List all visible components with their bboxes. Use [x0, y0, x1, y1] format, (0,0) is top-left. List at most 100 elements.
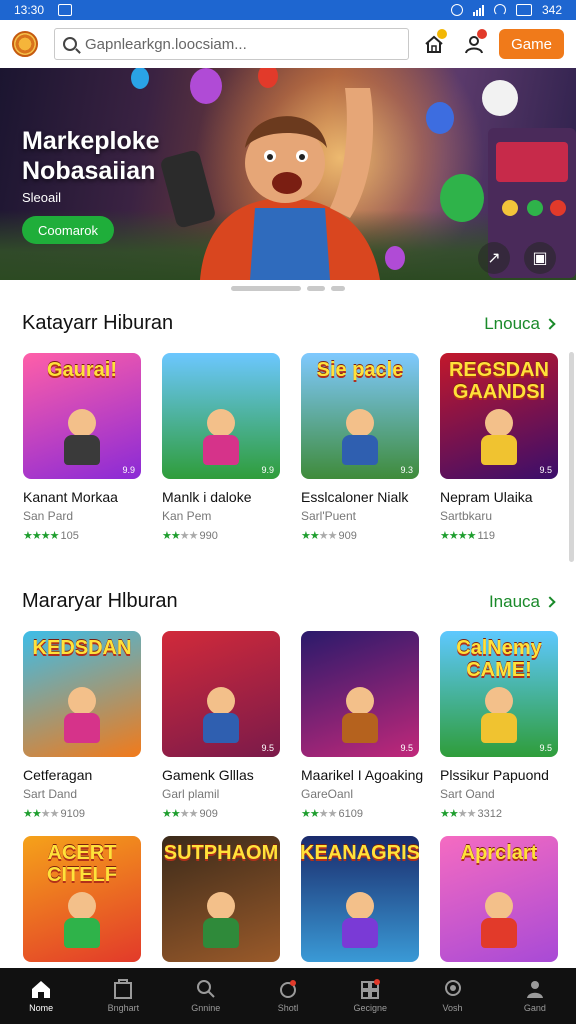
character-head [207, 687, 235, 715]
game-title: Nepram Ulaika [440, 489, 533, 505]
game-card[interactable]: KEANAGRIS [301, 836, 419, 962]
fullscreen-button[interactable]: ▣ [524, 242, 556, 274]
game-card[interactable]: KEDSDAN Cetferagan Sart Dand ★★★★ 9109 [23, 631, 141, 820]
nav-item-store[interactable]: Bnghart [88, 979, 158, 1013]
status-bar: 13:30 342 [0, 0, 576, 20]
nav-item-library[interactable]: Gecigne [335, 979, 405, 1013]
banner-cta-button[interactable]: Coomarok [22, 216, 114, 244]
carousel-dot-active[interactable] [231, 286, 301, 291]
apps-icon [277, 979, 299, 999]
carousel-dot[interactable] [307, 286, 325, 291]
game-thumbnail[interactable]: Sie pacle 9.3 [301, 353, 419, 479]
game-title: Plssikur Papuond [440, 767, 549, 783]
nav-item-apps[interactable]: Shotl [253, 979, 323, 1013]
game-character-image [56, 892, 108, 950]
game-button[interactable]: Game [499, 29, 564, 59]
game-developer: Sartbkaru [440, 509, 493, 523]
thumbnail-rating: 9.3 [400, 465, 413, 475]
nav-label: Gand [523, 1003, 546, 1013]
character-body [203, 435, 239, 465]
game-character-image [334, 892, 386, 950]
game-thumbnail[interactable]: Aprclart [440, 836, 558, 962]
game-card[interactable]: ACERT CITELF [23, 836, 141, 962]
game-card[interactable]: Gaurai! 9.9 Kanant Morkaa San Pard ★★★★ 105 [23, 353, 141, 542]
game-thumbnail[interactable]: KEDSDAN [23, 631, 141, 757]
share-button[interactable]: ↗ [478, 242, 510, 274]
search-input[interactable] [85, 35, 401, 53]
game-card[interactable]: 9.5 Gamenk Glllas Garl plamil ★★★★ 909 [162, 631, 280, 820]
thumbnail-title: KEANAGRIS [301, 842, 419, 864]
nav-label: Gecigne [353, 1003, 388, 1013]
character-body [342, 713, 378, 743]
game-card[interactable]: REGSDAN GAANDSI 9.5 Nepram Ulaika Sartbkaru… [440, 353, 558, 542]
banner-subtitle: Sleoail [22, 190, 62, 205]
thumbnail-rating: 9.9 [261, 465, 274, 475]
section-title: Mararyar Hlburan [22, 590, 178, 612]
game-rating: ★★★★ 990 [162, 529, 280, 543]
game-card[interactable]: SUTPHAOM [162, 836, 280, 962]
character-head [207, 892, 235, 920]
game-title: Maarikel I Agoaking [301, 767, 424, 783]
rating-count: 909 [199, 807, 218, 820]
game-thumbnail[interactable]: CalNemy CAME! 9.5 [440, 631, 558, 757]
rating-count: 3312 [477, 807, 502, 820]
character-head [68, 409, 96, 437]
game-thumbnail[interactable]: SUTPHAOM [162, 836, 280, 962]
home-icon [30, 979, 52, 999]
data-icon [515, 4, 532, 16]
game-title: Esslcaloner Nialk [301, 489, 409, 505]
carousel-dot[interactable] [331, 286, 345, 291]
game-character-image [473, 687, 525, 745]
character-head [346, 409, 374, 437]
thumbnail-title: Aprclart [460, 842, 538, 864]
nav-item-profile[interactable]: Gand [500, 979, 570, 1013]
scrollbar[interactable] [569, 352, 574, 562]
game-thumbnail[interactable]: REGSDAN GAANDSI 9.5 [440, 353, 558, 479]
game-list: Gaurai! 9.9 Kanant Morkaa San Pard ★★★★ 105 9.… [23, 353, 558, 542]
nav-item-search[interactable]: Gnnine [171, 979, 241, 1013]
game-character-image [473, 892, 525, 950]
game-card[interactable]: Sie pacle 9.3 Esslcaloner Nialk Sarl'Puent ★… [301, 353, 419, 542]
character-body [481, 918, 517, 948]
game-thumbnail[interactable]: 9.5 [301, 631, 419, 757]
star-rating-icon: ★★★★ [440, 530, 476, 542]
search-icon [195, 979, 217, 999]
status-time: 13:30 [14, 3, 45, 17]
hero-banner[interactable]: Markeploke Nobasaiian Sleoail Coomarok ↗… [0, 68, 576, 280]
game-title: Cetferagan [23, 767, 93, 783]
app-logo[interactable] [12, 31, 38, 57]
game-thumbnail[interactable]: Gaurai! 9.9 [23, 353, 141, 479]
account-button[interactable] [459, 29, 489, 59]
star-rating-icon: ★★★★ [301, 530, 337, 542]
game-card[interactable]: 9.5 Maarikel I Agoaking GareOanl ★★★★ 6109 [301, 631, 424, 820]
thumbnail-rating: 9.9 [122, 465, 135, 475]
game-thumbnail[interactable]: 9.9 [162, 353, 280, 479]
app-header: Game [0, 20, 576, 68]
nav-item-magnifier[interactable]: Vosh [418, 979, 488, 1013]
character-head [207, 409, 235, 437]
nav-item-home[interactable]: Nome [6, 979, 76, 1013]
search-bar[interactable] [54, 28, 410, 60]
section-see-all-link[interactable]: Inauca [489, 592, 556, 612]
section-see-all-link[interactable]: Lnouca [484, 314, 556, 334]
character-body [64, 435, 100, 465]
notification-badge [437, 29, 448, 39]
thumbnail-rating: 9.5 [261, 743, 274, 753]
game-thumbnail[interactable]: KEANAGRIS [301, 836, 419, 962]
game-card[interactable]: Aprclart [440, 836, 558, 962]
thumbnail-rating: 9.5 [539, 743, 552, 753]
share-icon: ↗ [487, 250, 501, 267]
game-title: Gamenk Glllas [162, 767, 254, 783]
game-card[interactable]: 9.9 Manlk i daloke Kan Pem ★★★★ 990 [162, 353, 280, 542]
star-rating-icon: ★★★★ [301, 808, 337, 820]
game-developer: Sarl'Puent [301, 509, 356, 523]
character-body [481, 435, 517, 465]
game-thumbnail[interactable]: ACERT CITELF [23, 836, 141, 962]
chevron-right-icon [544, 318, 556, 330]
game-title: Kanant Morkaa [23, 489, 118, 505]
game-card[interactable]: CalNemy CAME! 9.5 Plssikur Papuond Sart Oan… [440, 631, 558, 820]
game-thumbnail[interactable]: 9.5 [162, 631, 280, 757]
character-body [203, 713, 239, 743]
home-button[interactable] [419, 29, 449, 59]
rating-count: 990 [199, 529, 218, 542]
